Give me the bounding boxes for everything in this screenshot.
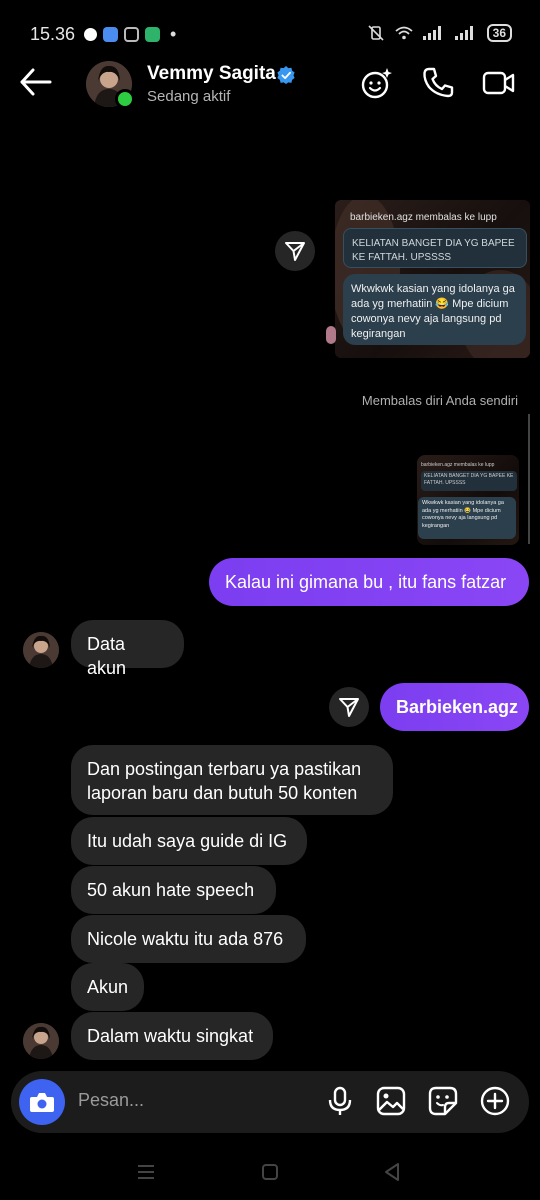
gallery-icon[interactable] (376, 1086, 406, 1116)
story-reply-message: Wkwkwk kasian yang idolanya ga ada yg me… (343, 274, 526, 345)
microphone-icon[interactable] (325, 1086, 355, 1116)
wifi-icon (395, 26, 413, 40)
video-call-icon[interactable] (482, 66, 516, 100)
message-bubble-incoming[interactable]: 50 akun hate speech (71, 866, 276, 914)
message-bubble-incoming[interactable]: Data akun (71, 620, 184, 678)
story-avatar (326, 326, 336, 344)
more-notifications-dot-icon: • (170, 24, 177, 44)
facebook-icon (84, 28, 97, 41)
app-notification-icon (103, 27, 118, 42)
story-reply-quote: KELIATAN BANGET DIA YG BAPEE KE FATTAH. … (343, 228, 527, 268)
message-input[interactable]: Pesan... (78, 1090, 144, 1111)
share-button[interactable] (329, 687, 369, 727)
camera-button[interactable] (19, 1079, 65, 1125)
send-icon (339, 698, 359, 717)
contact-avatar-small (23, 1023, 59, 1059)
shield-notification-icon (145, 27, 160, 42)
back-arrow-icon[interactable] (16, 62, 56, 102)
home-icon[interactable] (261, 1163, 279, 1181)
reply-indicator-bar (528, 414, 530, 544)
recent-apps-icon[interactable] (136, 1163, 156, 1181)
notification-icons: • (84, 24, 176, 45)
plus-icon[interactable] (480, 1086, 510, 1116)
activity-status: Sedang aktif (147, 88, 231, 105)
sticker-icon[interactable] (428, 1086, 458, 1116)
thumbnail-reply-quote: KELIATAN BANGET DIA YG BAPEE KE FATTAH. … (421, 471, 517, 491)
share-button[interactable] (275, 231, 315, 271)
camera-icon (30, 1093, 54, 1112)
app-notification-icon (124, 27, 139, 42)
battery-level: 36 (486, 24, 512, 42)
message-bubble-incoming[interactable]: Dan postingan terbaru ya pastikan lapora… (71, 745, 393, 815)
thumbnail-username-line: barbieken.agz membalas ke lupp (421, 462, 495, 468)
effects-icon[interactable] (360, 66, 394, 100)
signal-icon (422, 26, 441, 40)
mute-vibrate-icon (368, 25, 384, 41)
contact-avatar-small (23, 632, 59, 668)
signal-icon (454, 26, 473, 40)
status-bar: 15.36 • 36 (0, 0, 540, 60)
contact-name[interactable]: Vemmy Sagita (147, 63, 276, 85)
verified-badge-icon (277, 66, 295, 84)
message-bubble-incoming[interactable]: Akun (71, 963, 144, 1011)
thumbnail-reply-message: Wkwkwk kasian yang idolanya ga ada yg me… (418, 497, 516, 539)
send-icon (285, 242, 305, 261)
phone-icon[interactable] (421, 66, 455, 100)
story-username-line: barbieken.agz membalas ke lupp (350, 212, 497, 223)
system-indicators: 36 (367, 24, 512, 42)
back-nav-icon[interactable] (383, 1162, 401, 1182)
message-bubble-outgoing[interactable]: Kalau ini gimana bu , itu fans fatzar (209, 558, 529, 606)
system-navigation-bar (0, 1145, 540, 1200)
online-status-dot (115, 89, 135, 109)
status-time: 15.36 (30, 24, 76, 44)
message-bubble-incoming[interactable]: Dalam waktu singkat (71, 1012, 273, 1060)
message-bubble-outgoing[interactable]: Barbieken.agz (380, 683, 529, 731)
message-bubble-incoming[interactable]: Nicole waktu itu ada 876 (71, 915, 306, 963)
message-bubble-incoming[interactable]: Itu udah saya guide di IG (71, 817, 307, 865)
reply-context-note: Membalas diri Anda sendiri (361, 393, 518, 408)
